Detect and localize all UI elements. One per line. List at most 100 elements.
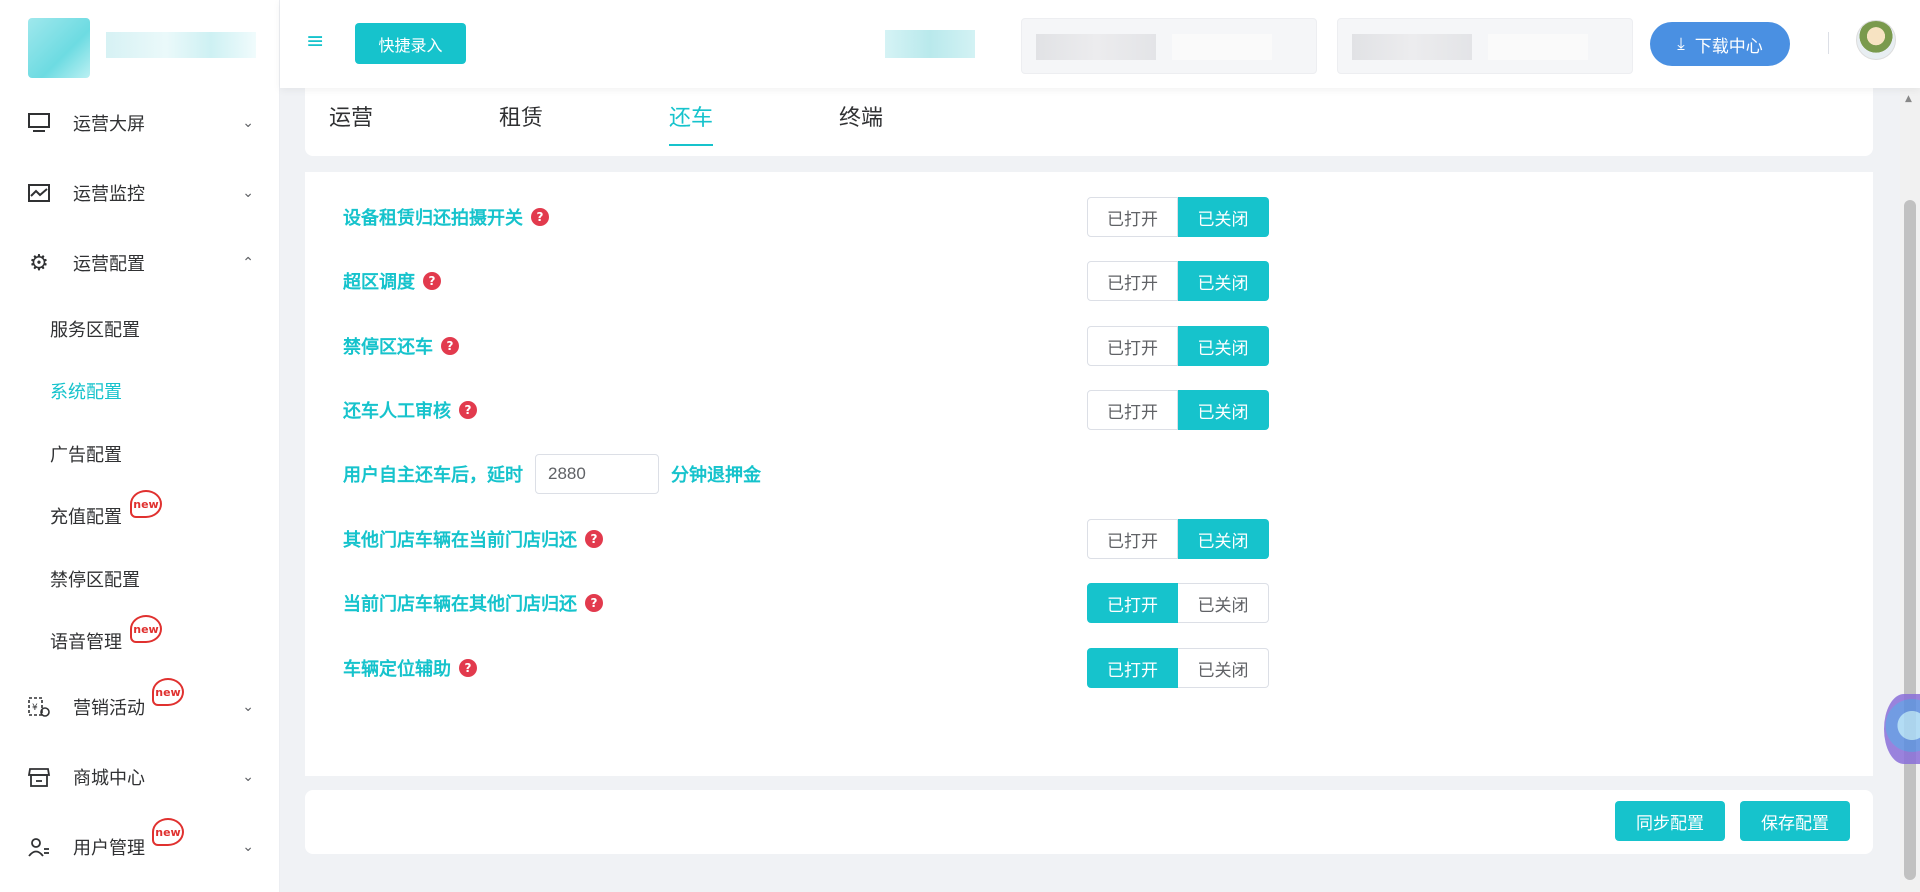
sidebar-subitem-recharge-config[interactable]: 充值配置 new xyxy=(0,490,280,541)
blurred-select-value xyxy=(1488,34,1588,60)
new-badge: new xyxy=(152,678,184,706)
setting-row: 还车人工审核 ? xyxy=(343,390,477,430)
refund-delay-row: 用户自主还车后，延时 分钟退押金 xyxy=(343,454,761,494)
sidebar-subitem-label: 服务区配置 xyxy=(50,320,140,341)
blurred-select-value xyxy=(1172,34,1272,60)
tab-return[interactable]: 还车 xyxy=(669,100,714,146)
sidebar-subitem-label: 充值配置 xyxy=(50,507,122,528)
help-icon[interactable]: ? xyxy=(441,337,459,355)
save-config-button[interactable]: 保存配置 xyxy=(1740,801,1850,841)
download-center-label: 下载中心 xyxy=(1694,36,1763,57)
toggle-on-option[interactable]: 已打开 xyxy=(1087,648,1178,688)
setting-label: 还车人工审核 xyxy=(343,401,451,422)
setting-label: 其他门店车辆在当前门店归还 xyxy=(343,530,577,551)
download-center-button[interactable]: ⤓ 下载中心 xyxy=(1650,22,1790,66)
setting-toggle: 已打开 已关闭 xyxy=(1087,583,1269,623)
menu-collapse-icon[interactable]: ≡ xyxy=(306,30,330,54)
tab-terminal[interactable]: 终端 xyxy=(839,100,883,144)
toggle-off-option[interactable]: 已关闭 xyxy=(1178,583,1269,623)
help-icon[interactable]: ? xyxy=(585,530,603,548)
toggle-on-option[interactable]: 已打开 xyxy=(1087,197,1178,237)
header-select-1[interactable] xyxy=(1021,18,1317,74)
chevron-down-icon: ⌄ xyxy=(242,699,254,715)
setting-toggle: 已打开 已关闭 xyxy=(1087,326,1269,366)
config-tabs: 运营 租赁 还车 终端 xyxy=(305,86,1873,156)
header-divider xyxy=(1828,32,1829,54)
sidebar-item-operations-monitor[interactable]: 运营监控 ⌄ xyxy=(0,165,280,221)
sidebar-subitem-label: 禁停区配置 xyxy=(50,570,140,591)
toggle-off-option[interactable]: 已关闭 xyxy=(1178,326,1269,366)
setting-row: 设备租赁归还拍摄开关 ? xyxy=(343,197,549,237)
new-badge: new xyxy=(152,818,184,846)
sidebar-subitem-ad-config[interactable]: 广告配置 xyxy=(0,429,280,479)
toggle-off-option[interactable]: 已关闭 xyxy=(1178,648,1269,688)
help-icon[interactable]: ? xyxy=(423,272,441,290)
sidebar-subitem-label: 系统配置 xyxy=(50,382,122,403)
sidebar-subitem-label: 语音管理 xyxy=(50,632,122,653)
toggle-on-option[interactable]: 已打开 xyxy=(1087,261,1178,301)
refund-delay-minutes-input[interactable] xyxy=(535,454,659,494)
return-settings-panel: 设备租赁归还拍摄开关 ? 已打开 已关闭 超区调度 ? 已打开 已关闭 禁停区还… xyxy=(305,172,1873,776)
svg-text:¥: ¥ xyxy=(32,703,38,713)
sidebar-subitem-no-parking-config[interactable]: 禁停区配置 xyxy=(0,554,280,604)
top-header: ≡ 快捷录入 ⤓ 下载中心 xyxy=(280,0,1920,88)
toggle-off-option[interactable]: 已关闭 xyxy=(1178,197,1269,237)
toggle-off-option[interactable]: 已关闭 xyxy=(1178,519,1269,559)
toggle-on-option[interactable]: 已打开 xyxy=(1087,519,1178,559)
new-badge: new xyxy=(130,615,162,643)
store-icon xyxy=(26,764,52,790)
toggle-on-option[interactable]: 已打开 xyxy=(1087,583,1178,623)
refund-delay-suffix: 分钟退押金 xyxy=(671,465,761,486)
pulse-chart-icon xyxy=(26,180,52,206)
help-icon[interactable]: ? xyxy=(531,208,549,226)
setting-row: 超区调度 ? xyxy=(343,261,441,301)
sidebar-subitem-service-area[interactable]: 服务区配置 xyxy=(0,304,280,354)
sidebar-subitem-system-config[interactable]: 系统配置 xyxy=(0,366,280,416)
sync-config-button[interactable]: 同步配置 xyxy=(1615,801,1725,841)
new-badge: new xyxy=(130,490,162,518)
page-scrollbar[interactable]: ▲ xyxy=(1900,88,1920,892)
quick-entry-button[interactable]: 快捷录入 xyxy=(355,23,466,64)
sidebar-item-operations-config[interactable]: ⚙ 运营配置 ⌃ xyxy=(0,235,280,291)
help-icon[interactable]: ? xyxy=(459,401,477,419)
download-icon: ⤓ xyxy=(1677,34,1685,54)
blurred-select-value xyxy=(1352,34,1472,60)
scrollbar-thumb[interactable] xyxy=(1904,200,1916,880)
header-select-2[interactable] xyxy=(1337,18,1633,74)
monitor-icon xyxy=(26,110,52,136)
sidebar-item-mall-center[interactable]: 商城中心 ⌄ xyxy=(0,749,280,805)
sidebar-item-operations-screen[interactable]: 运营大屏 ⌄ xyxy=(0,95,280,151)
avatar[interactable] xyxy=(1856,20,1896,60)
toggle-on-option[interactable]: 已打开 xyxy=(1087,390,1178,430)
sidebar-item-user-management[interactable]: 用户管理 new ⌄ xyxy=(0,818,280,875)
assistant-robot-icon[interactable] xyxy=(1884,694,1920,764)
tab-rental[interactable]: 租赁 xyxy=(499,100,543,144)
setting-label: 禁停区还车 xyxy=(343,337,433,358)
chevron-down-icon: ⌄ xyxy=(242,769,254,785)
setting-row: 禁停区还车 ? xyxy=(343,326,459,366)
tab-operations[interactable]: 运营 xyxy=(329,100,373,144)
setting-row: 当前门店车辆在其他门店归还 ? xyxy=(343,583,603,623)
setting-toggle: 已打开 已关闭 xyxy=(1087,197,1269,237)
help-icon[interactable]: ? xyxy=(459,659,477,677)
toggle-on-option[interactable]: 已打开 xyxy=(1087,326,1178,366)
sidebar-subitem-voice-management[interactable]: 语音管理 new xyxy=(0,615,280,666)
blurred-header-text xyxy=(885,30,975,58)
scroll-up-arrow-icon[interactable]: ▲ xyxy=(1905,94,1912,104)
chevron-down-icon: ⌄ xyxy=(242,839,254,855)
setting-label: 超区调度 xyxy=(343,272,415,293)
sidebar-item-label: 运营大屏 xyxy=(73,114,145,135)
refund-delay-prefix: 用户自主还车后，延时 xyxy=(343,465,523,486)
sidebar-item-label: 运营监控 xyxy=(73,184,145,205)
sidebar-item-label: 商城中心 xyxy=(73,768,145,789)
chevron-up-icon: ⌃ xyxy=(242,255,254,271)
setting-toggle: 已打开 已关闭 xyxy=(1087,261,1269,301)
sidebar-item-label: 用户管理 xyxy=(73,838,145,859)
sidebar-item-label: 运营配置 xyxy=(73,254,145,275)
toggle-off-option[interactable]: 已关闭 xyxy=(1178,390,1269,430)
help-icon[interactable]: ? xyxy=(585,594,603,612)
toggle-off-option[interactable]: 已关闭 xyxy=(1178,261,1269,301)
user-list-icon xyxy=(26,834,52,860)
chevron-down-icon: ⌄ xyxy=(242,115,254,131)
sidebar-item-marketing[interactable]: ¥ 营销活动 new ⌄ xyxy=(0,678,280,735)
